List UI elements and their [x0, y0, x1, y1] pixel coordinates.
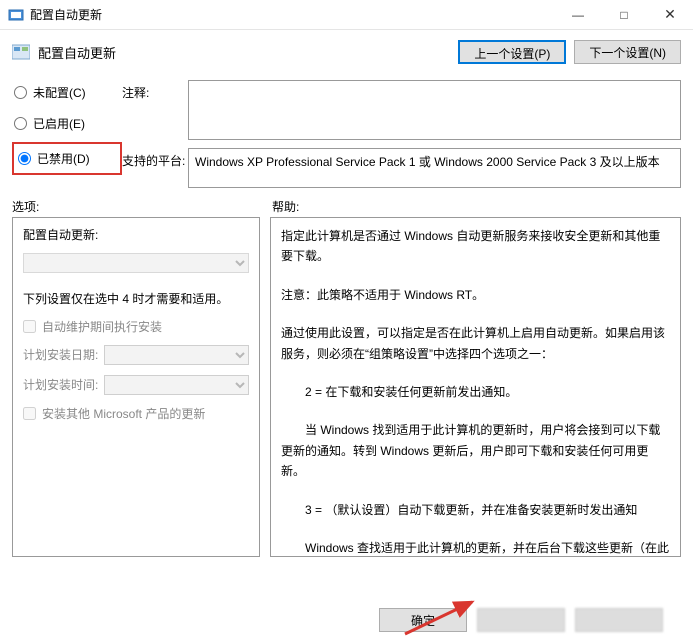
- panels: 配置自动更新: 下列设置仅在选中 4 时才需要和适用。 自动维护期间执行安装 计…: [0, 217, 693, 557]
- header: 配置自动更新 上一个设置(P) 下一个设置(N): [0, 30, 693, 72]
- next-setting-button[interactable]: 下一个设置(N): [574, 40, 681, 64]
- help-text: 3 = （默认设置）自动下载更新，并在准备安装更新时发出通知: [281, 500, 670, 520]
- install-time-label: 计划安装时间:: [23, 376, 98, 393]
- help-text: 2 = 在下载和安装任何更新前发出通知。: [281, 382, 670, 402]
- checkbox-label: 安装其他 Microsoft 产品的更新: [42, 405, 205, 422]
- comment-input[interactable]: [188, 80, 681, 140]
- help-label: 帮助:: [272, 198, 299, 215]
- radio-not-configured[interactable]: 未配置(C): [12, 80, 122, 105]
- checkbox-label: 自动维护期间执行安装: [42, 318, 162, 335]
- help-text: 通过使用此设置，可以指定是否在此计算机上启用自动更新。如果启用该服务，则必须在“…: [281, 323, 670, 364]
- install-date-select[interactable]: [104, 345, 249, 365]
- ok-button[interactable]: 确定: [379, 608, 467, 632]
- window-controls: — □ ✕: [555, 0, 693, 29]
- window-title: 配置自动更新: [30, 6, 555, 23]
- comment-label: 注释:: [122, 80, 188, 101]
- options-label: 选项:: [12, 198, 272, 215]
- platform-label: 支持的平台:: [122, 148, 188, 169]
- options-panel: 配置自动更新: 下列设置仅在选中 4 时才需要和适用。 自动维护期间执行安装 计…: [12, 217, 260, 557]
- disabled-highlight: 已禁用(D): [12, 142, 122, 175]
- titlebar: 配置自动更新 — □ ✕: [0, 0, 693, 30]
- other-ms-checkbox[interactable]: 安装其他 Microsoft 产品的更新: [23, 405, 249, 422]
- install-date-label: 计划安装日期:: [23, 346, 98, 363]
- maximize-button[interactable]: □: [601, 0, 647, 29]
- options-group-title: 配置自动更新:: [23, 226, 249, 243]
- options-subtitle: 下列设置仅在选中 4 时才需要和适用。: [23, 291, 249, 308]
- install-time-select[interactable]: [104, 375, 249, 395]
- platform-text: Windows XP Professional Service Pack 1 或…: [188, 148, 681, 188]
- help-text: 指定此计算机是否通过 Windows 自动更新服务来接收安全更新和其他重要下载。: [281, 226, 670, 267]
- blurred-button[interactable]: [575, 608, 663, 632]
- help-panel: 指定此计算机是否通过 Windows 自动更新服务来接收安全更新和其他重要下载。…: [270, 217, 681, 557]
- prev-setting-button[interactable]: 上一个设置(P): [458, 40, 566, 64]
- footer-buttons: 确定: [379, 608, 663, 632]
- minimize-button[interactable]: —: [555, 0, 601, 29]
- app-icon: [8, 7, 24, 23]
- state-config: 未配置(C) 已启用(E) 已禁用(D) 注释: 支持的平台: Windows …: [0, 72, 693, 188]
- help-text: Windows 查找适用于此计算机的更新，并在后台下载这些更新（在此过程中，用户…: [281, 538, 670, 557]
- header-title: 配置自动更新: [38, 43, 458, 62]
- radio-label: 已禁用(D): [37, 150, 90, 167]
- auto-maint-checkbox[interactable]: 自动维护期间执行安装: [23, 318, 249, 335]
- radio-disabled[interactable]: 已禁用(D): [16, 146, 118, 171]
- close-button[interactable]: ✕: [647, 0, 693, 29]
- radio-enabled[interactable]: 已启用(E): [12, 111, 122, 136]
- update-mode-select[interactable]: [23, 253, 249, 273]
- radio-label: 已启用(E): [33, 115, 85, 132]
- install-time-row: 计划安装时间:: [23, 375, 249, 395]
- blurred-button[interactable]: [477, 608, 565, 632]
- policy-icon: [12, 43, 30, 61]
- install-date-row: 计划安装日期:: [23, 345, 249, 365]
- radio-label: 未配置(C): [33, 84, 86, 101]
- help-text: 注意：此策略不适用于 Windows RT。: [281, 285, 670, 305]
- panel-labels: 选项: 帮助:: [0, 188, 693, 217]
- help-text: 当 Windows 找到适用于此计算机的更新时，用户将会接到可以下载更新的通知。…: [281, 420, 670, 481]
